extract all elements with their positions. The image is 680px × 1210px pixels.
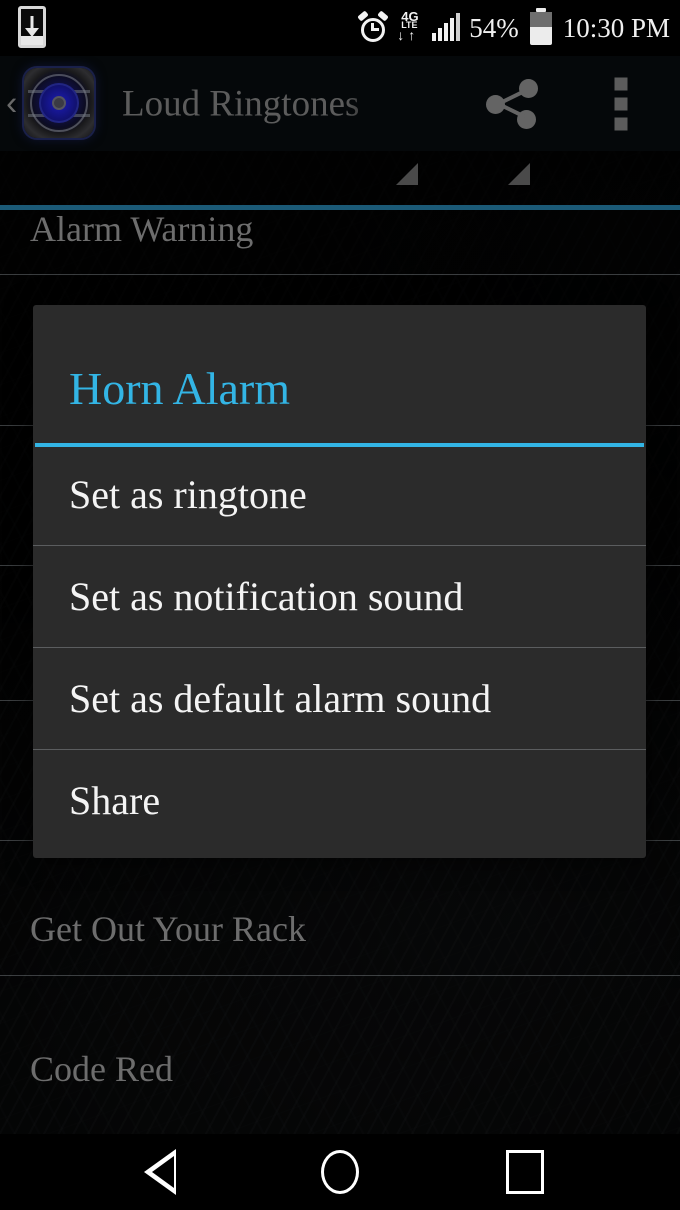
list-item[interactable]: Code Red [0, 1034, 680, 1104]
dialog-menu-item[interactable]: Share [33, 749, 646, 851]
dialog-title: Horn Alarm [69, 363, 291, 414]
status-bar: 4G LTE ↓ ↑ 54% 10:30 PM [0, 0, 680, 56]
ringtone-action-dialog: Horn Alarm Set as ringtone Set as notific… [33, 305, 646, 858]
battery-percent-label: 54% [469, 12, 519, 43]
list-item[interactable]: Get Out Your Rack [0, 894, 680, 964]
action-bar: ‹ Loud Ringtones [0, 56, 680, 210]
dialog-menu-item[interactable]: Set as ringtone [33, 443, 646, 545]
dialog-menu-item[interactable]: Set as notification sound [33, 545, 646, 647]
list-divider [0, 975, 680, 976]
dialog-menu-item-label: Set as default alarm sound [69, 675, 492, 721]
list-item-label: Code Red [30, 1049, 173, 1089]
list-item-label: Alarm Warning [30, 209, 254, 249]
data-down-arrow-icon: ↓ [397, 27, 405, 43]
dialog-menu-divider [33, 545, 646, 546]
home-circle-icon [321, 1150, 359, 1194]
nav-back-button[interactable] [100, 1134, 220, 1210]
overflow-menu-button[interactable] [586, 56, 656, 151]
dialog-header: Horn Alarm [33, 305, 646, 443]
alarm-clock-icon [357, 10, 389, 43]
dialog-menu-item[interactable]: Set as default alarm sound [33, 647, 646, 749]
list-divider [0, 274, 680, 275]
data-up-arrow-icon: ↑ [408, 27, 416, 43]
title-longpress-indicator-icon [396, 163, 418, 185]
share-longpress-indicator-icon [508, 163, 530, 185]
back-triangle-icon [144, 1149, 176, 1195]
download-icon [18, 6, 46, 48]
action-bar-accent-divider [0, 205, 680, 210]
dialog-menu-item-label: Share [69, 777, 161, 823]
page-title: Loud Ringtones [122, 83, 360, 124]
nav-recents-button[interactable] [465, 1134, 585, 1210]
dialog-menu-item-label: Set as ringtone [69, 471, 307, 517]
dialog-menu-list[interactable]: Set as ringtone Set as notification sound… [33, 443, 646, 851]
network-4glte-icon: 4G LTE ↓ ↑ [397, 10, 423, 45]
dialog-menu-divider [33, 749, 646, 750]
share-button[interactable] [468, 56, 558, 151]
speaker-app-icon[interactable] [24, 68, 94, 138]
android-navigation-bar [0, 1134, 680, 1210]
status-bar-clock: 10:30 PM [562, 12, 670, 43]
recents-square-icon [506, 1150, 544, 1194]
dialog-menu-item-label: Set as notification sound [69, 573, 464, 619]
signal-bars-icon [432, 13, 461, 41]
overflow-menu-icon [614, 77, 628, 130]
status-bar-right-cluster: 4G LTE ↓ ↑ 54% 10:30 PM [357, 0, 670, 56]
back-chevron-icon[interactable]: ‹ [6, 84, 17, 123]
battery-icon [529, 11, 552, 45]
list-item-label: Get Out Your Rack [30, 909, 306, 949]
share-icon [486, 78, 540, 129]
dialog-menu-divider [33, 647, 646, 648]
nav-home-button[interactable] [280, 1134, 400, 1210]
